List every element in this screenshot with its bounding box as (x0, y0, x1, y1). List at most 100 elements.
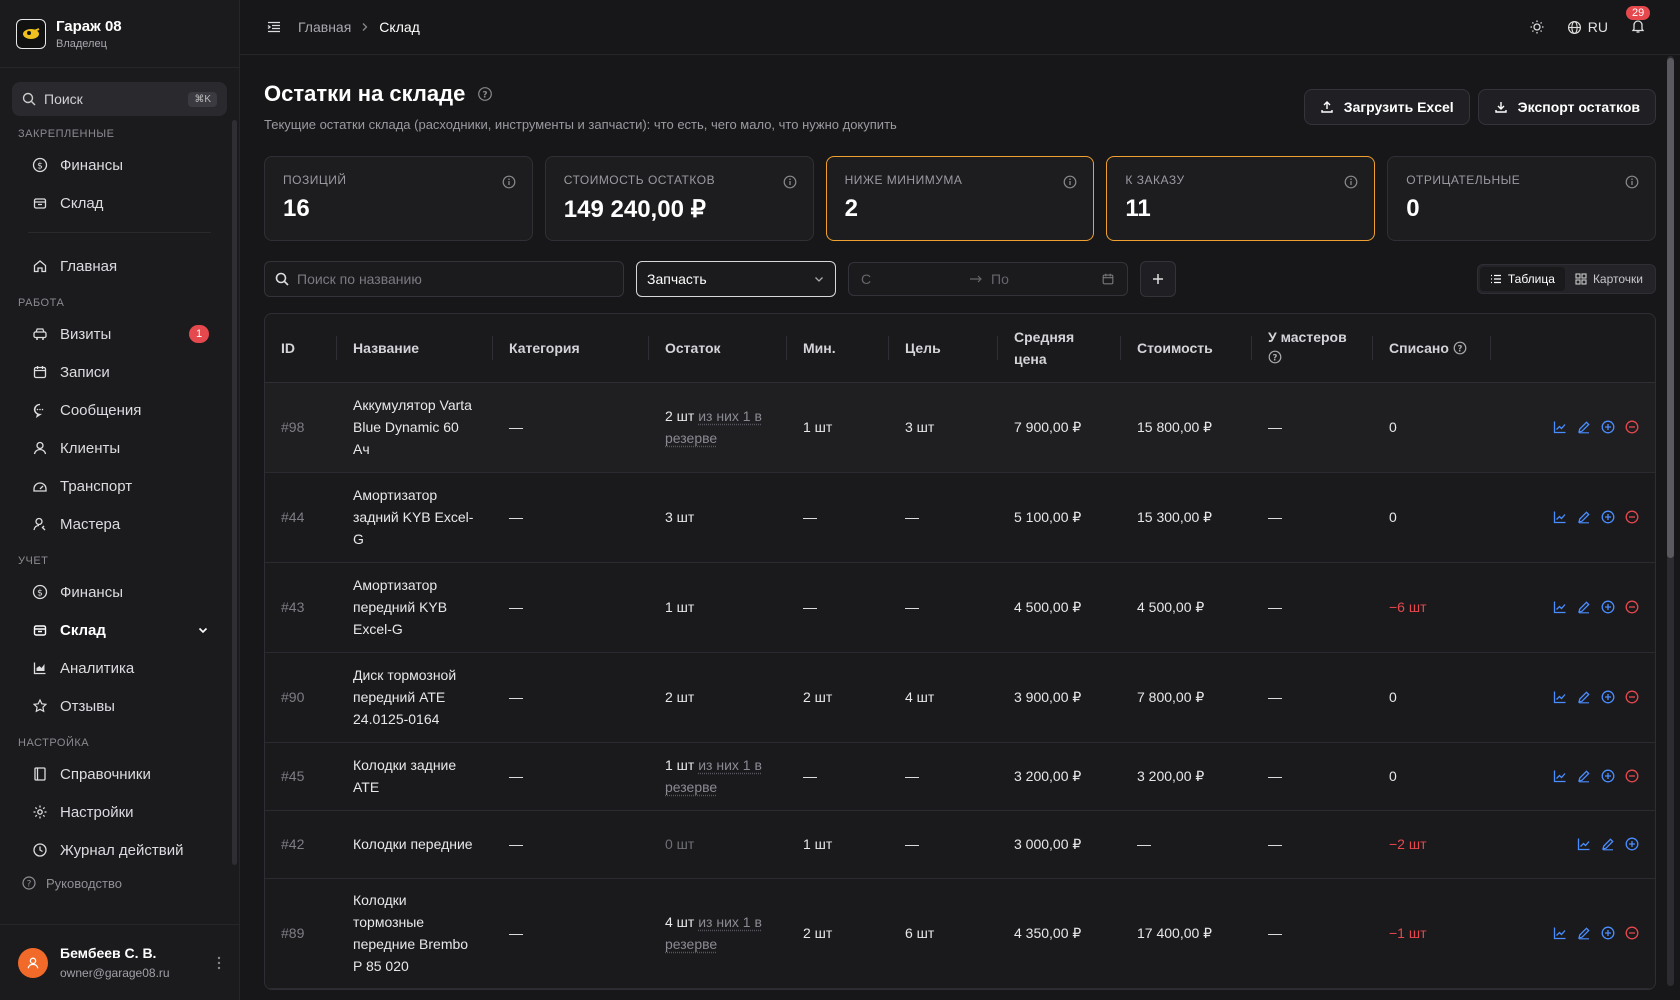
sidebar-item-pinned-finance[interactable]: $ Финансы (0, 146, 239, 184)
category-select[interactable]: Запчасть (636, 261, 836, 297)
col-header-stock[interactable]: Остаток (649, 314, 787, 383)
stat-card-below-min[interactable]: Ниже минимума 2 (825, 156, 1095, 241)
table-row[interactable]: #43 Амортизатор передний KYB Excel-G —1 шт… (265, 562, 1655, 653)
user-profile[interactable]: Бембеев С. В. owner@garage08.ru (0, 924, 239, 1000)
table-row[interactable]: #98 Аккумулятор Varta Blue Dynamic 60 Ач —… (265, 382, 1655, 473)
cell-name[interactable]: Амортизатор задний KYB Excel-G (337, 472, 493, 563)
add-item-button[interactable] (1140, 261, 1176, 297)
main-scrollbar-thumb[interactable] (1667, 58, 1674, 558)
edit-pencil-icon[interactable] (1577, 600, 1591, 614)
col-header-cost[interactable]: Стоимость (1121, 314, 1252, 383)
col-header-written-off[interactable]: Списано ? (1373, 314, 1491, 383)
sidebar-toggle-icon[interactable] (266, 19, 282, 35)
add-circle-icon[interactable] (1601, 600, 1615, 614)
chart-line-icon[interactable] (1577, 837, 1591, 851)
add-circle-icon[interactable] (1601, 510, 1615, 524)
sidebar-item-activity-log[interactable]: Журнал действий (0, 831, 239, 869)
sidebar-item-settings[interactable]: Настройки (0, 793, 239, 831)
view-table-button[interactable]: Таблица (1479, 267, 1565, 291)
edit-pencil-icon[interactable] (1601, 837, 1615, 851)
chart-line-icon[interactable] (1553, 600, 1567, 614)
col-header-min[interactable]: Мин. (787, 314, 889, 383)
cell-name[interactable]: Колодки тормозные передние Brembo P 85 0… (337, 878, 493, 989)
remove-circle-icon[interactable] (1625, 600, 1639, 614)
col-header-masters[interactable]: У мастеров? (1252, 314, 1373, 383)
help-circle-icon[interactable]: ? (1453, 341, 1467, 355)
name-search-input[interactable]: Поиск по названию (264, 261, 624, 297)
cell-name[interactable]: Амортизатор передний KYB Excel-G (337, 562, 493, 653)
remove-circle-icon[interactable] (1625, 510, 1639, 524)
sun-icon[interactable] (1529, 19, 1545, 35)
add-circle-icon[interactable] (1625, 837, 1639, 851)
add-circle-icon[interactable] (1601, 769, 1615, 783)
cell-name[interactable]: Диск тормозной передний ATE 24.0125-0164 (337, 652, 493, 743)
edit-pencil-icon[interactable] (1577, 420, 1591, 434)
sidebar-item-reviews[interactable]: Отзывы (0, 687, 239, 725)
edit-pencil-icon[interactable] (1577, 510, 1591, 524)
sidebar-item-visits[interactable]: Визиты 1 (0, 315, 239, 353)
language-switcher[interactable]: RU (1567, 19, 1608, 35)
col-header-avg-price[interactable]: Средняя цена (998, 314, 1121, 383)
chart-line-icon[interactable] (1553, 420, 1567, 434)
chevron-down-icon[interactable] (197, 624, 209, 636)
remove-circle-icon[interactable] (1625, 926, 1639, 940)
edit-pencil-icon[interactable] (1577, 769, 1591, 783)
table-row[interactable]: #42 Колодки передние —0 шт 1 шт —3 000,00 ₽ —… (265, 810, 1655, 879)
add-circle-icon[interactable] (1601, 420, 1615, 434)
cell-name[interactable]: Колодки передние (337, 810, 493, 879)
info-icon[interactable] (1625, 175, 1639, 189)
export-stock-button[interactable]: Экспорт остатков (1477, 89, 1656, 125)
stat-card-to-order[interactable]: К заказу 11 (1106, 156, 1376, 241)
col-header-name[interactable]: Название (337, 314, 493, 383)
remove-circle-icon[interactable] (1625, 769, 1639, 783)
col-header-id[interactable]: ID (265, 314, 337, 383)
chart-line-icon[interactable] (1553, 926, 1567, 940)
sidebar-item-warehouse[interactable]: Склад (0, 611, 239, 649)
sidebar-search[interactable]: Поиск ⌘K (12, 82, 227, 116)
date-range-picker[interactable]: С По (848, 262, 1128, 296)
sidebar-item-references[interactable]: Справочники (0, 755, 239, 793)
chart-line-icon[interactable] (1553, 510, 1567, 524)
info-icon[interactable] (1063, 175, 1077, 189)
view-cards-button[interactable]: Карточки (1565, 267, 1653, 291)
add-circle-icon[interactable] (1601, 690, 1615, 704)
add-circle-icon[interactable] (1601, 926, 1615, 940)
info-icon[interactable] (783, 175, 797, 189)
remove-circle-icon[interactable] (1625, 690, 1639, 704)
info-icon[interactable] (1344, 175, 1358, 189)
help-circle-icon[interactable]: ? (477, 86, 493, 102)
sidebar-item-transport[interactable]: Транспорт (0, 467, 239, 505)
cell-name[interactable]: Аккумулятор Varta Blue Dynamic 60 Ач (337, 382, 493, 473)
sidebar-item-messages[interactable]: Сообщения (0, 391, 239, 429)
table-row[interactable]: #44 Амортизатор задний KYB Excel-G —3 шт — —… (265, 472, 1655, 563)
info-icon[interactable] (502, 175, 516, 189)
col-header-target[interactable]: Цель (889, 314, 998, 383)
main-scrollbar[interactable] (1667, 56, 1674, 986)
sidebar-item-finance[interactable]: $ Финансы (0, 573, 239, 611)
edit-pencil-icon[interactable] (1577, 926, 1591, 940)
sidebar-item-mechanics[interactable]: Мастера (0, 505, 239, 543)
sidebar-scrollbar[interactable] (232, 120, 237, 865)
chart-line-icon[interactable] (1553, 690, 1567, 704)
more-vertical-icon[interactable] (217, 956, 221, 970)
sidebar-item-clients[interactable]: Клиенты (0, 429, 239, 467)
col-header-category[interactable]: Категория (493, 314, 649, 383)
sidebar-item-analytics[interactable]: Аналитика (0, 649, 239, 687)
breadcrumb-home[interactable]: Главная (298, 19, 351, 35)
chart-line-icon[interactable] (1553, 769, 1567, 783)
sidebar-item-home[interactable]: Главная (0, 247, 239, 285)
help-circle-icon[interactable]: ? (1268, 350, 1282, 364)
table-row[interactable]: #45 Колодки задние ATE —1 шт из них 1 в ре… (265, 742, 1655, 811)
table-row[interactable]: #90 Диск тормозной передний ATE 24.0125-0… (265, 652, 1655, 743)
sidebar-guide-link[interactable]: ? Руководство (0, 869, 239, 897)
table-row[interactable]: #89 Колодки тормозные передние Brembo P 8… (265, 878, 1655, 989)
sidebar-item-label: Аналитика (60, 659, 135, 677)
notifications-button[interactable]: 29 (1626, 5, 1651, 37)
cell-name[interactable]: Колодки задние ATE (337, 742, 493, 811)
upload-excel-button[interactable]: Загрузить Excel (1303, 89, 1470, 125)
sidebar-item-pinned-warehouse[interactable]: Склад (0, 184, 239, 222)
edit-pencil-icon[interactable] (1577, 690, 1591, 704)
brand[interactable]: Гараж 08 Владелец (0, 0, 239, 68)
remove-circle-icon[interactable] (1625, 420, 1639, 434)
sidebar-item-appointments[interactable]: Записи (0, 353, 239, 391)
